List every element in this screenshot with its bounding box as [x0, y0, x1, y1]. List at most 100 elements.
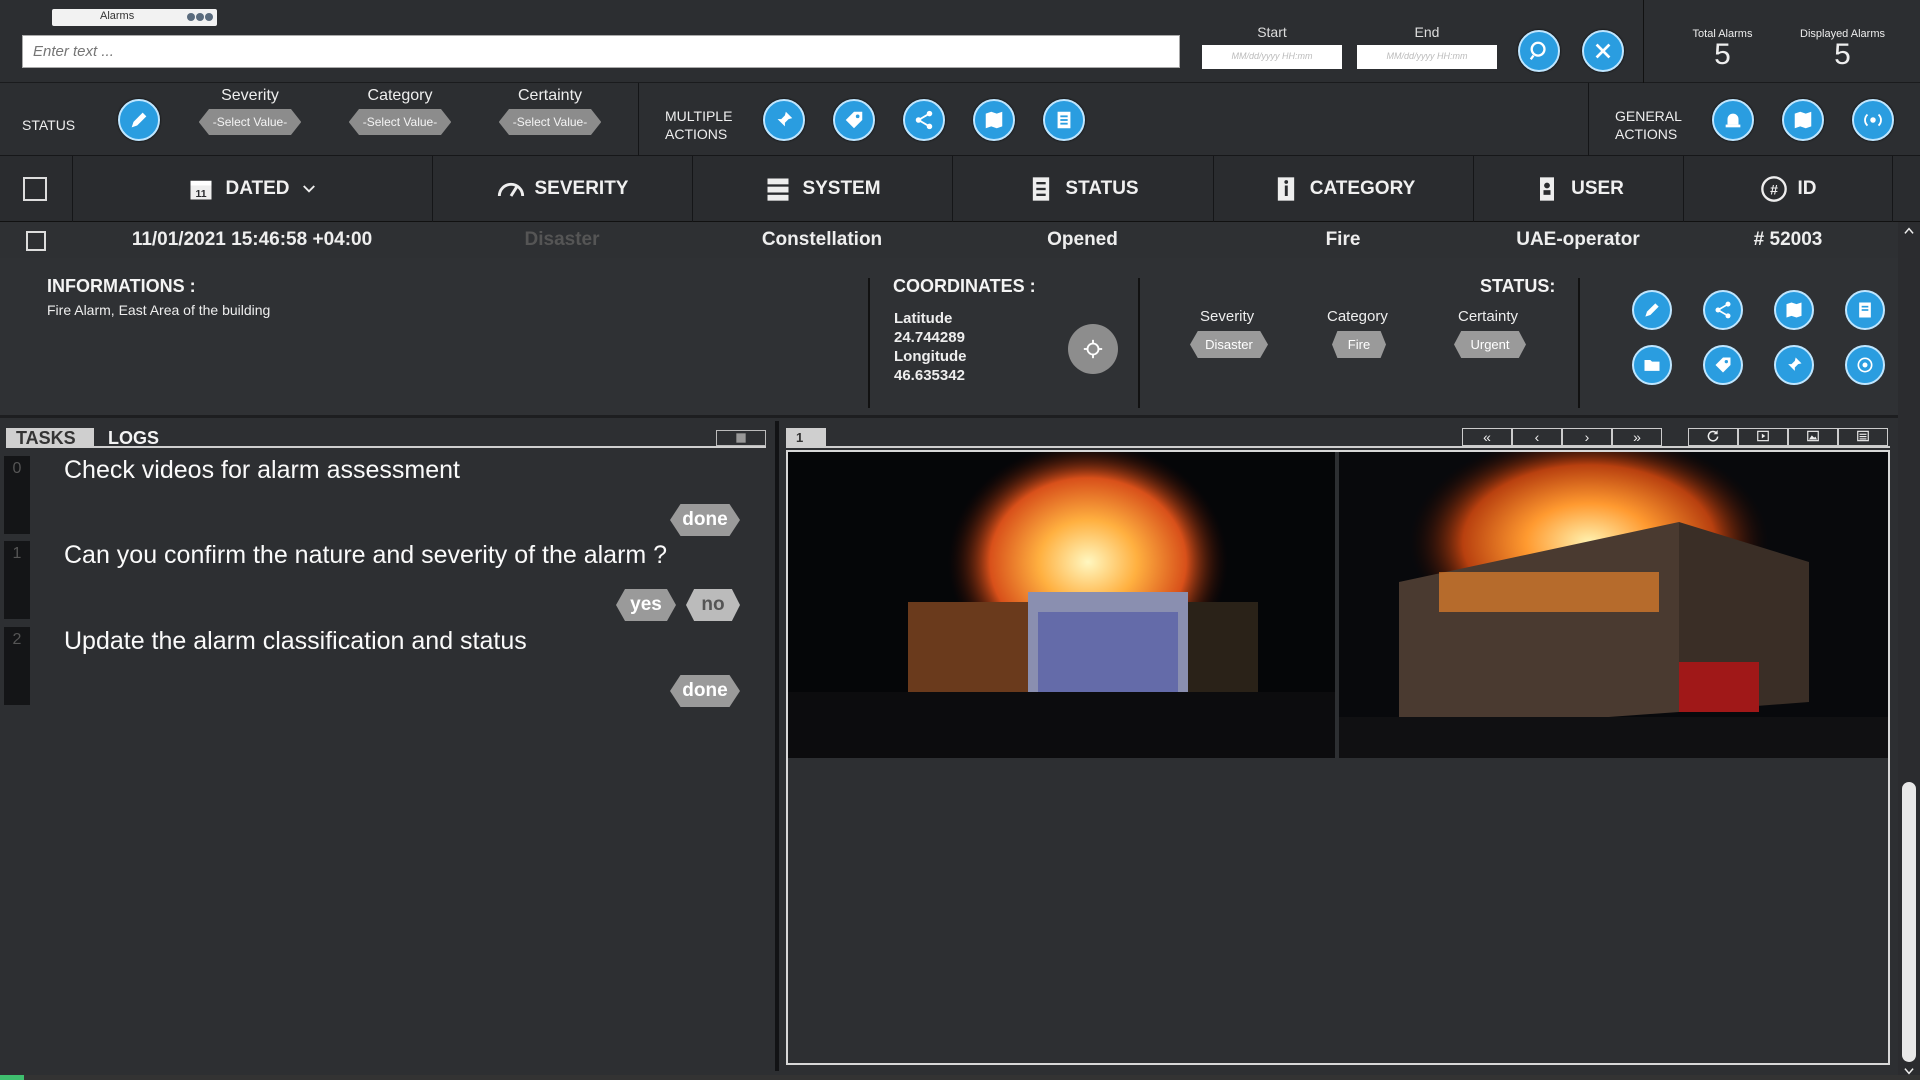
latitude-value: 24.744289: [894, 329, 965, 346]
multi-share-button[interactable]: [903, 99, 945, 141]
hash-icon: #: [1760, 176, 1787, 202]
detail-edit-button[interactable]: [1632, 290, 1672, 330]
scrollbar-thumb[interactable]: [1902, 782, 1916, 1062]
end-label: End: [1414, 24, 1440, 40]
document-icon: [1033, 177, 1050, 201]
close-icon: [1595, 43, 1611, 59]
multi-report-button[interactable]: [1043, 99, 1085, 141]
done-button[interactable]: done: [670, 504, 740, 536]
column-dated[interactable]: 11 DATED: [72, 156, 432, 222]
status-edit-button[interactable]: [118, 99, 160, 141]
next-page-button[interactable]: ›: [1562, 428, 1612, 446]
task-number: 0: [4, 456, 30, 534]
top-bar: Alarms Start MM/dd/yyyy HH:mm End MM/dd/…: [0, 0, 1920, 83]
play-button[interactable]: [1738, 428, 1788, 446]
multiple-actions-label: MULTIPLE ACTIONS: [665, 107, 732, 143]
divider: [1643, 0, 1644, 83]
detail-severity-label: Severity: [1200, 308, 1255, 325]
search-button[interactable]: [1518, 30, 1560, 72]
list-view-button[interactable]: [1838, 428, 1888, 446]
select-all-checkbox[interactable]: [23, 177, 47, 201]
column-user[interactable]: USER: [1473, 156, 1683, 222]
alarm-status: Opened: [1047, 229, 1118, 250]
target-icon: [1857, 357, 1873, 373]
detail-share-button[interactable]: [1703, 290, 1743, 330]
task-panel-settings-button[interactable]: [716, 430, 766, 446]
first-page-button[interactable]: «: [1462, 428, 1512, 446]
column-id[interactable]: # ID: [1683, 156, 1893, 222]
media-tab[interactable]: 1: [786, 428, 826, 448]
detail-report-button[interactable]: [1845, 290, 1885, 330]
detail-map-button[interactable]: [1774, 290, 1814, 330]
alarm-system: Constellation: [761, 229, 883, 250]
end-date-input[interactable]: MM/dd/yyyy HH:mm: [1357, 45, 1497, 69]
panel-splitter[interactable]: [775, 421, 779, 1071]
severity-select[interactable]: -Select Value-: [198, 109, 302, 135]
fire-scene-image: [788, 452, 1335, 758]
grid-icon: [736, 433, 746, 443]
fire-video-1[interactable]: [788, 452, 1335, 758]
image-view-button[interactable]: [1788, 428, 1838, 446]
search-input[interactable]: [22, 35, 1180, 68]
task-number: 1: [4, 541, 30, 619]
no-button[interactable]: no: [686, 589, 740, 621]
divider: [638, 83, 639, 156]
multi-assign-button[interactable]: [763, 99, 805, 141]
task-item: 1 Can you confirm the nature and severit…: [4, 541, 764, 623]
latitude-label: Latitude: [894, 310, 953, 327]
category-select[interactable]: -Select Value-: [348, 109, 452, 135]
general-actions-label: GENERAL ACTIONS: [1615, 107, 1682, 143]
clear-button[interactable]: [1582, 30, 1624, 72]
info-icon: [1277, 177, 1294, 201]
calendar-icon: 11: [190, 180, 212, 200]
certainty-filter[interactable]: Certainty -Select Value-: [490, 87, 610, 135]
detail-folder-button[interactable]: [1632, 345, 1672, 385]
certainty-select[interactable]: -Select Value-: [498, 109, 602, 135]
detail-tag-button[interactable]: [1703, 345, 1743, 385]
category-filter-label: Category: [367, 87, 433, 104]
column-id-label: ID: [1797, 178, 1817, 199]
refresh-button[interactable]: [1688, 428, 1738, 446]
server-icon: [767, 178, 789, 201]
multi-map-button[interactable]: [973, 99, 1015, 141]
detail-target-button[interactable]: [1845, 345, 1885, 385]
refresh-icon: [1707, 430, 1719, 442]
tab-tasks[interactable]: TASKS: [6, 428, 94, 448]
yes-button[interactable]: yes: [616, 589, 676, 621]
done-button[interactable]: done: [670, 675, 740, 707]
severity-filter[interactable]: Severity -Select Value-: [190, 87, 310, 135]
column-system[interactable]: SYSTEM: [692, 156, 952, 222]
general-alarm-button[interactable]: [1712, 99, 1754, 141]
fire-video-2[interactable]: [1339, 452, 1888, 758]
locate-button[interactable]: [1068, 324, 1118, 374]
last-page-button[interactable]: »: [1612, 428, 1662, 446]
general-broadcast-button[interactable]: [1852, 99, 1894, 141]
multi-tag-button[interactable]: [833, 99, 875, 141]
status-label: STATUS: [22, 117, 76, 133]
alarms-tab[interactable]: Alarms: [52, 9, 217, 26]
alarm-row[interactable]: 11/01/2021 15:46:58 +04:00 Disaster Cons…: [0, 222, 1898, 258]
column-category[interactable]: CATEGORY: [1213, 156, 1473, 222]
gauge-icon: [497, 182, 524, 197]
search-icon: [1529, 41, 1546, 60]
general-map-button[interactable]: [1782, 99, 1824, 141]
status-indicator: [0, 1075, 24, 1080]
pin-icon: [777, 111, 793, 127]
task-number: 2: [4, 627, 30, 705]
alarm-severity: Disaster: [524, 229, 600, 250]
svg-text:11: 11: [196, 188, 207, 200]
start-date-input[interactable]: MM/dd/yyyy HH:mm: [1202, 45, 1342, 69]
longitude-label: Longitude: [894, 348, 967, 365]
category-filter[interactable]: Category -Select Value-: [340, 87, 460, 135]
prev-page-button[interactable]: ‹: [1512, 428, 1562, 446]
row-checkbox[interactable]: [26, 231, 46, 251]
detail-pin-button[interactable]: [1774, 345, 1814, 385]
divider: [1578, 278, 1580, 408]
column-status[interactable]: STATUS: [952, 156, 1213, 222]
vertical-scrollbar[interactable]: [1898, 222, 1920, 1080]
locate-icon: [1083, 339, 1103, 359]
column-severity[interactable]: SEVERITY: [432, 156, 692, 222]
image-icon: [1807, 430, 1819, 442]
tab-logs[interactable]: LOGS: [98, 428, 169, 448]
tag-icon: [1715, 357, 1731, 373]
